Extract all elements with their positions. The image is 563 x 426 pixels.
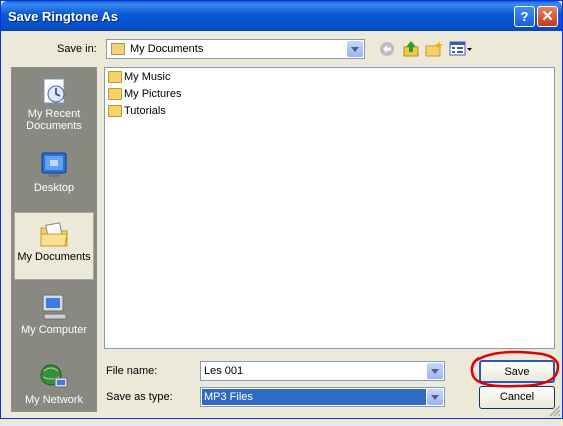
place-my-recent-documents[interactable]: My Recent Documents	[14, 70, 94, 140]
folder-icon	[108, 105, 122, 118]
file-list[interactable]: My Music My Pictures Tutorials	[104, 67, 555, 349]
my-computer-icon	[42, 294, 67, 320]
recent-documents-icon	[43, 78, 65, 104]
close-button[interactable]: ✕	[537, 6, 558, 27]
place-my-documents[interactable]: My Documents	[14, 212, 94, 280]
resize-grip-icon[interactable]	[547, 403, 561, 417]
save-as-type-dropdown[interactable]: MP3 Files	[200, 387, 445, 407]
place-my-computer[interactable]: My Computer	[14, 286, 94, 356]
help-button[interactable]: ?	[514, 6, 535, 27]
list-item[interactable]: Tutorials	[108, 105, 166, 121]
views-menu-icon[interactable]	[449, 40, 473, 58]
place-label-line2: Documents	[26, 120, 82, 132]
annotation-circle	[470, 350, 560, 388]
place-label-line1: My Recent	[27, 108, 81, 120]
save-in-label: Save in:	[57, 43, 97, 55]
pictures-folder-icon	[108, 88, 122, 101]
place-label: My Network	[24, 394, 84, 406]
title-bar[interactable]: Save Ringtone As ? ✕	[1, 1, 562, 31]
window-title: Save Ringtone As	[8, 9, 119, 24]
chevron-down-icon[interactable]	[427, 363, 443, 379]
place-my-network[interactable]: My Network	[14, 356, 94, 426]
file-name-text: My Music	[124, 71, 171, 84]
desktop-icon	[41, 152, 67, 177]
places-bar: My Recent Documents Desktop My Documents	[11, 67, 97, 412]
save-as-type-label: Save as type:	[106, 391, 173, 403]
my-network-icon	[40, 364, 68, 388]
list-item[interactable]: My Pictures	[108, 88, 181, 104]
up-folder-icon[interactable]	[402, 40, 420, 58]
back-icon[interactable]	[378, 40, 396, 58]
save-in-value: My Documents	[130, 43, 204, 55]
file-name-value: Les 001	[204, 365, 244, 377]
place-label: My Documents	[17, 251, 91, 263]
my-documents-small-icon	[111, 43, 125, 55]
new-folder-icon[interactable]	[425, 40, 443, 58]
save-as-type-value: MP3 Files	[202, 389, 426, 405]
file-name-text: My Pictures	[124, 88, 182, 101]
chevron-down-icon[interactable]	[427, 389, 443, 405]
place-desktop[interactable]: Desktop	[14, 144, 94, 214]
save-dialog: Save Ringtone As ? ✕ Save in: My Documen…	[0, 0, 563, 419]
file-name-field[interactable]: Les 001	[200, 361, 445, 381]
music-folder-icon	[108, 71, 122, 84]
place-label: Desktop	[33, 182, 75, 194]
my-documents-icon	[40, 222, 68, 247]
place-label: My Computer	[20, 324, 88, 336]
file-name-text: Tutorials	[124, 105, 166, 118]
list-item[interactable]: My Music	[108, 71, 170, 87]
file-name-label: File name:	[106, 365, 158, 377]
chevron-down-icon[interactable]	[347, 41, 363, 57]
save-in-dropdown[interactable]: My Documents	[106, 39, 365, 59]
